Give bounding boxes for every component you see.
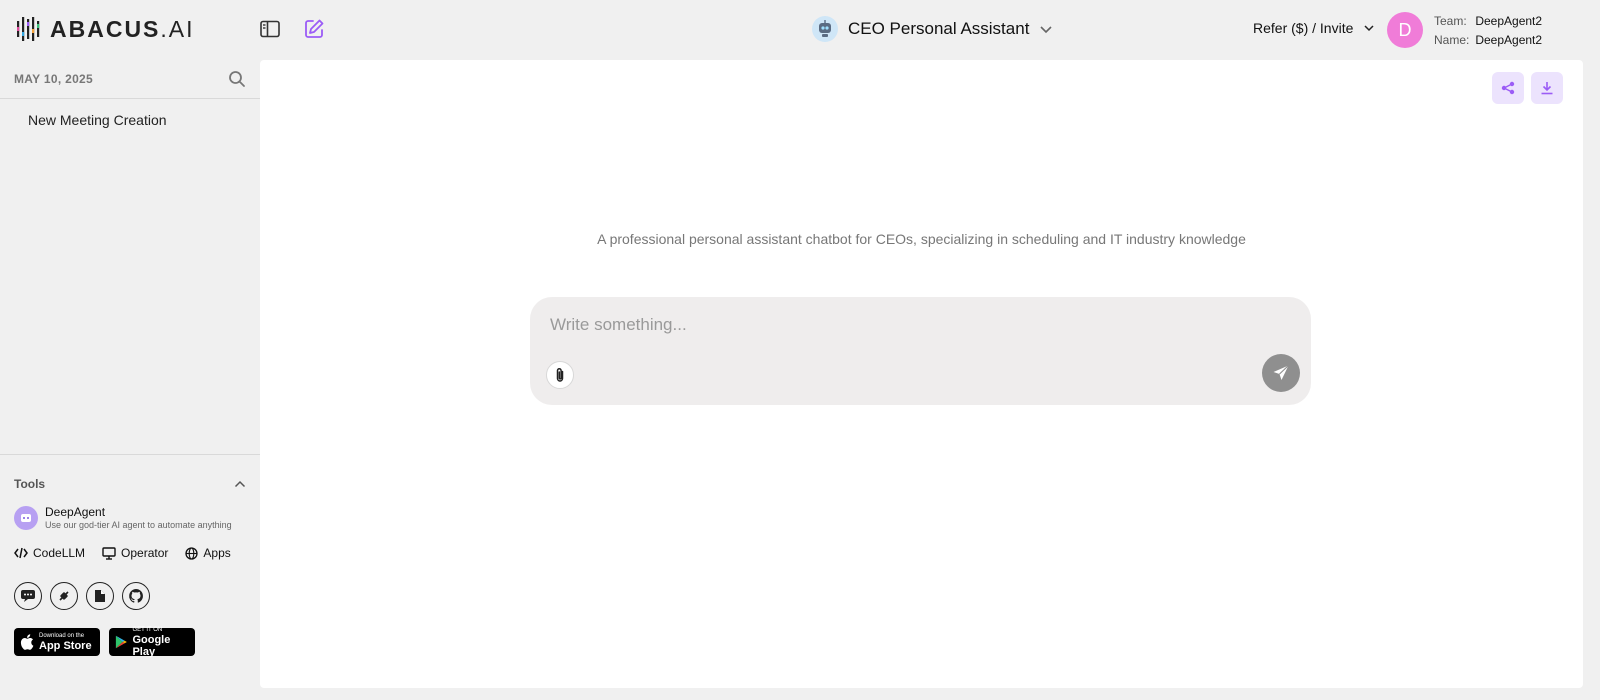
download-icon — [1541, 82, 1553, 95]
quick-icons — [0, 582, 260, 610]
chat-button[interactable] — [14, 582, 42, 610]
file-button[interactable] — [86, 582, 114, 610]
user-avatar[interactable]: D — [1387, 12, 1423, 48]
app-store-small-text: Download on the — [39, 632, 85, 639]
deepagent-subtitle: Use our god-tier AI agent to automate an… — [45, 520, 232, 530]
search-icon[interactable] — [228, 70, 246, 88]
tool-link-label: CodeLLM — [33, 546, 86, 560]
app-store-badges: Download on the App Store GET IT ON Goog… — [0, 626, 260, 658]
refer-invite-label: Refer ($) / Invite — [1253, 20, 1354, 36]
download-button[interactable] — [1531, 72, 1563, 104]
agent-selector[interactable]: CEO Personal Assistant — [812, 16, 1053, 42]
message-composer — [530, 297, 1311, 405]
sidebar-date-row: MAY 10, 2025 — [0, 59, 260, 99]
tool-link-label: Operator — [121, 546, 169, 560]
message-input[interactable] — [550, 311, 1240, 339]
tool-link-apps[interactable]: Apps — [185, 546, 231, 560]
github-button[interactable] — [122, 582, 150, 610]
sidebar-item-new-meeting-creation[interactable]: New Meeting Creation — [0, 109, 260, 131]
share-button[interactable] — [1492, 72, 1524, 104]
robot-icon — [812, 16, 838, 42]
user-meta: Team: DeepAgent2 Name: DeepAgent2 — [1434, 12, 1542, 50]
tools-header[interactable]: Tools — [0, 477, 260, 491]
tool-link-label: Apps — [203, 546, 231, 560]
sidebar-toggle-icon — [260, 20, 280, 38]
tools-section: Tools DeepAgent Use our god-tier AI agen… — [0, 454, 260, 658]
refer-invite-menu[interactable]: Refer ($) / Invite — [1253, 20, 1375, 36]
chevron-down-icon — [1364, 25, 1374, 32]
new-chat-icon — [305, 19, 324, 38]
file-icon — [95, 590, 105, 602]
logo-text: ABACUS.AI — [50, 15, 195, 42]
google-play-badge[interactable]: GET IT ON Google Play — [109, 626, 195, 658]
plug-icon — [59, 591, 69, 601]
send-button[interactable] — [1262, 354, 1300, 392]
paperclip-icon — [556, 367, 564, 382]
sidebar-toggle-button[interactable] — [258, 17, 282, 41]
name-label: Name: — [1434, 33, 1470, 47]
agent-name: CEO Personal Assistant — [848, 19, 1030, 38]
share-icon — [1501, 81, 1515, 95]
chevron-up-icon — [234, 480, 246, 488]
tool-links: CodeLLM Operator Apps — [0, 546, 260, 560]
agent-description: A professional personal assistant chatbo… — [597, 231, 1246, 247]
chat-icon — [21, 590, 35, 602]
deepagent-tool[interactable]: DeepAgent Use our god-tier AI agent to a… — [0, 505, 260, 530]
tools-title: Tools — [14, 477, 46, 491]
sidebar: MAY 10, 2025 New Meeting Creation Tools … — [0, 59, 260, 700]
attach-button[interactable] — [546, 361, 574, 389]
app-store-big-text: App Store — [39, 639, 92, 652]
chevron-down-icon — [1040, 26, 1052, 34]
google-play-icon — [115, 635, 127, 649]
sidebar-date: MAY 10, 2025 — [14, 71, 93, 86]
deepagent-title: DeepAgent — [45, 505, 106, 519]
google-play-small-text: GET IT ON — [132, 626, 163, 633]
team-value: DeepAgent2 — [1475, 14, 1543, 28]
name-value: DeepAgent2 — [1475, 33, 1543, 47]
globe-icon — [185, 546, 199, 560]
top-header: ABACUS.AI CEO Personal Assistant Refer (… — [0, 0, 1600, 59]
github-icon — [129, 589, 143, 603]
abacus-logo-icon — [17, 17, 40, 41]
app-store-badge[interactable]: Download on the App Store — [14, 628, 100, 656]
google-play-big-text: Google Play — [132, 633, 171, 658]
deepagent-robot-icon — [14, 505, 38, 530]
monitor-icon — [102, 546, 116, 560]
abacus-logo[interactable]: ABACUS.AI — [16, 15, 195, 43]
apple-icon — [20, 634, 34, 650]
send-icon — [1273, 365, 1289, 380]
new-chat-button[interactable] — [302, 17, 326, 41]
team-label: Team: — [1434, 14, 1467, 28]
code-icon — [14, 547, 28, 559]
chat-panel: A professional personal assistant chatbo… — [260, 60, 1583, 688]
tool-link-codellm[interactable]: CodeLLM — [14, 546, 85, 560]
plug-button[interactable] — [50, 582, 78, 610]
tool-link-operator[interactable]: Operator — [102, 546, 168, 560]
